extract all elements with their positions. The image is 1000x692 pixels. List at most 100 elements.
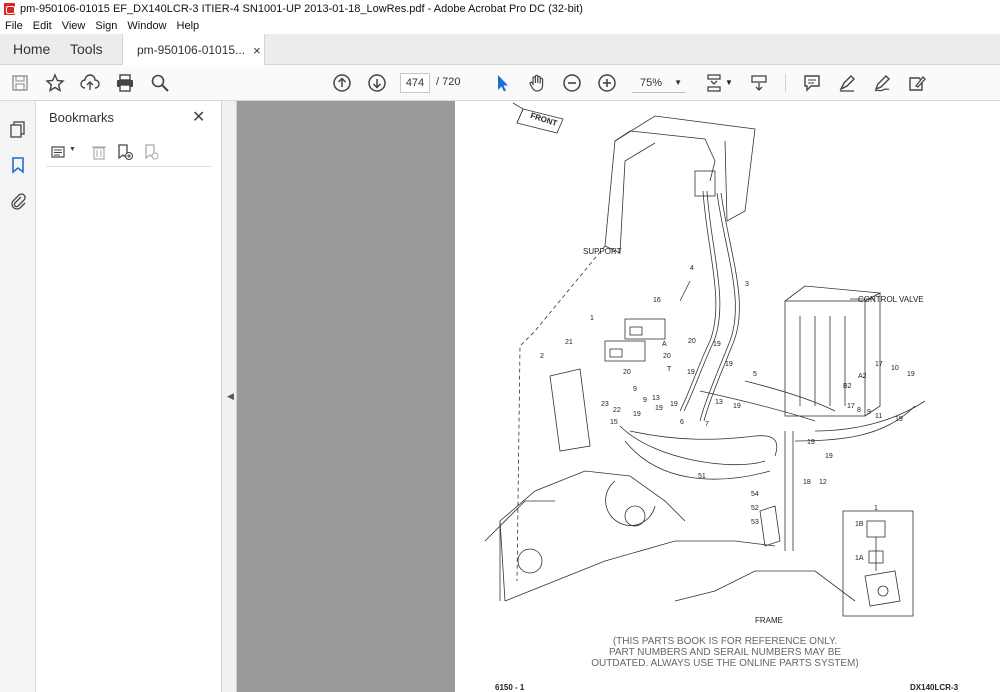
part-number: 19 — [670, 401, 678, 408]
menu-window[interactable]: Window — [122, 20, 171, 32]
page-footer-right: DX140LCR-3 — [910, 683, 959, 692]
search-icon[interactable] — [148, 71, 172, 95]
part-number: 12 — [819, 479, 827, 486]
part-number: 54 — [751, 491, 759, 498]
page-number-input[interactable]: 474 — [400, 73, 430, 93]
zoom-dropdown[interactable]: 75% ▼ — [632, 73, 686, 93]
new-bookmark-icon[interactable] — [114, 141, 136, 163]
page-total: / 720 — [436, 76, 461, 88]
toolbar-divider — [785, 74, 786, 92]
part-number: 5 — [753, 371, 757, 378]
part-number: 13 — [715, 399, 723, 406]
part-number: 11 — [875, 413, 883, 420]
document-tab-label: pm-950106-01015... — [137, 43, 246, 57]
bookmarks-panel: Bookmarks ✕ ▼ — [36, 101, 222, 692]
prev-page-icon[interactable] — [330, 71, 354, 95]
part-number: 4 — [690, 265, 694, 272]
fill-sign-icon[interactable] — [905, 71, 929, 95]
part-number: A — [662, 341, 667, 348]
tab-home[interactable]: Home — [13, 34, 50, 65]
part-number: 7 — [705, 421, 709, 428]
pdf-page: FRONT SUPPORT CONTROL VALVE FRAME 16 4 3… — [455, 101, 1000, 692]
part-number: 1 — [874, 505, 878, 512]
control-valve-label: CONTROL VALVE — [858, 295, 924, 304]
sign-icon[interactable] — [870, 71, 894, 95]
part-number: 18 — [803, 479, 811, 486]
fit-dropdown-icon[interactable]: ▼ — [725, 78, 733, 87]
menu-bar: File Edit View Sign Window Help — [0, 17, 1000, 34]
print-icon[interactable] — [113, 71, 137, 95]
zoom-in-icon[interactable] — [595, 71, 619, 95]
zoom-out-icon[interactable] — [560, 71, 584, 95]
part-number: 16 — [653, 297, 661, 304]
part-number: 52 — [751, 505, 759, 512]
part-number: 9 — [633, 386, 637, 393]
hand-tool-icon[interactable] — [525, 71, 549, 95]
options-chevron-icon[interactable]: ▼ — [69, 146, 76, 153]
delete-bookmark-icon[interactable] — [88, 141, 110, 163]
part-number: 1A — [855, 555, 864, 562]
save-icon[interactable] — [8, 71, 32, 95]
part-number: 21 — [565, 339, 573, 346]
bookmark-properties-icon[interactable] — [140, 141, 162, 163]
select-arrow-icon[interactable] — [490, 71, 514, 95]
part-number: 6 — [680, 419, 684, 426]
part-number: 20 — [663, 353, 671, 360]
acrobat-icon — [4, 2, 15, 15]
tab-bar: Home Tools pm-950106-01015... × — [0, 34, 1000, 66]
next-page-icon[interactable] — [365, 71, 389, 95]
panel-splitter[interactable]: ◀ — [222, 101, 237, 692]
main-toolbar: 474 / 720 75% ▼ ▼ — [0, 65, 1000, 101]
upload-cloud-icon[interactable] — [78, 71, 102, 95]
part-number: 8 — [857, 407, 861, 414]
disclaimer-line: (THIS PARTS BOOK IS FOR REFERENCE ONLY. — [612, 636, 838, 647]
zoom-value: 75% — [640, 77, 663, 89]
disclaimer: (THIS PARTS BOOK IS FOR REFERENCE ONLY. … — [555, 636, 895, 669]
document-viewport[interactable]: FRONT SUPPORT CONTROL VALVE FRAME 16 4 3… — [237, 101, 1000, 692]
menu-sign[interactable]: Sign — [90, 20, 122, 32]
part-number: 19 — [633, 411, 641, 418]
part-number: 13 — [652, 395, 660, 402]
part-number: T — [667, 366, 672, 373]
menu-file[interactable]: File — [0, 20, 28, 32]
part-number: 17 — [875, 361, 883, 368]
fit-page-icon[interactable] — [702, 71, 726, 95]
tab-document[interactable]: pm-950106-01015... × — [122, 34, 265, 66]
bookmarks-panel-icon[interactable] — [6, 153, 30, 177]
scroll-mode-icon[interactable] — [747, 71, 771, 95]
page-footer-left: 6150 - 1 — [495, 683, 525, 692]
part-number: 20 — [688, 338, 696, 345]
title-bar: pm-950106-01015 EF_DX140LCR-3 ITIER-4 SN… — [0, 0, 1000, 17]
part-number: 19 — [825, 453, 833, 460]
part-number: 23 — [601, 401, 609, 408]
part-number: 19 — [807, 439, 815, 446]
part-number: 20 — [623, 369, 631, 376]
highlight-icon[interactable] — [835, 71, 859, 95]
bookmarks-title: Bookmarks — [49, 110, 115, 125]
close-icon[interactable]: ✕ — [192, 107, 205, 127]
attachments-icon[interactable] — [6, 189, 30, 213]
part-number: 1 — [590, 315, 594, 322]
window-title: pm-950106-01015 EF_DX140LCR-3 ITIER-4 SN… — [20, 2, 583, 15]
disclaimer-line: OUTDATED. ALWAYS USE THE ONLINE PARTS SY… — [591, 658, 859, 669]
part-number: 3 — [745, 281, 749, 288]
collapse-panel-icon[interactable]: ◀ — [227, 391, 234, 402]
menu-edit[interactable]: Edit — [28, 20, 57, 32]
part-number: 19 — [687, 369, 695, 376]
part-number: 19 — [725, 361, 733, 368]
part-number: 19 — [655, 405, 663, 412]
tab-tools[interactable]: Tools — [70, 34, 103, 65]
part-number: 19 — [907, 371, 915, 378]
menu-help[interactable]: Help — [172, 20, 205, 32]
comment-icon[interactable] — [800, 71, 824, 95]
part-number: 15 — [610, 419, 618, 426]
bookmark-options-icon[interactable] — [48, 141, 70, 163]
close-tab-icon[interactable]: × — [253, 43, 261, 58]
support-label: SUPPORT — [583, 247, 622, 256]
menu-view[interactable]: View — [57, 20, 91, 32]
disclaimer-line: PART NUMBERS AND SERAIL NUMBERS MAY BE — [608, 647, 842, 658]
chevron-down-icon: ▼ — [674, 78, 682, 87]
bookmarks-toolbar: ▼ — [46, 139, 212, 167]
pages-panel-icon[interactable] — [6, 117, 30, 141]
bookmark-star-icon[interactable] — [43, 71, 67, 95]
